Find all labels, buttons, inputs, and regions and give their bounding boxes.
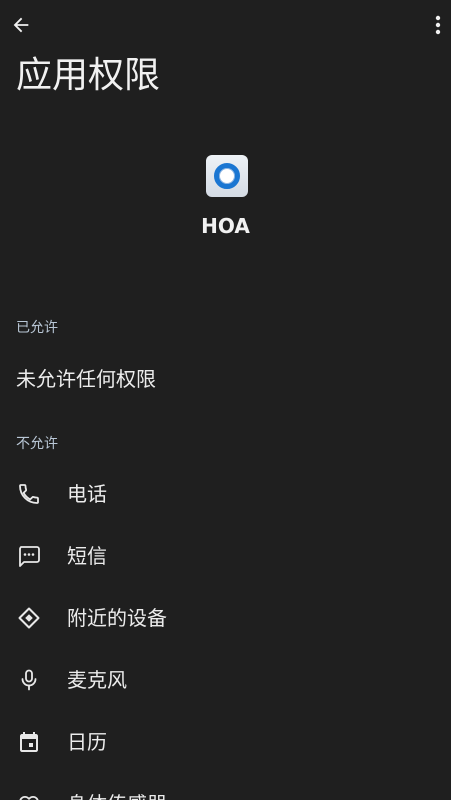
- permission-label: 麦克风: [67, 668, 127, 692]
- permission-item-phone[interactable]: 电话: [0, 463, 451, 525]
- permission-item-microphone[interactable]: 麦克风: [0, 649, 451, 711]
- page-title: 应用权限: [16, 55, 161, 96]
- permission-item-body-sensors[interactable]: 身体传感器: [0, 773, 451, 800]
- permission-item-calendar[interactable]: 日历: [0, 711, 451, 773]
- app-name: HOA: [201, 214, 250, 238]
- back-button[interactable]: [8, 12, 34, 38]
- phone-icon: [19, 484, 39, 504]
- calendar-icon: [20, 732, 38, 752]
- permission-label: 短信: [67, 544, 107, 568]
- denied-section-header: 不允许: [16, 436, 58, 452]
- allowed-section-header: 已允许: [16, 320, 58, 336]
- more-options-button[interactable]: [429, 12, 447, 38]
- more-vert-icon: [435, 15, 441, 35]
- app-permissions-screen: 应用权限 HOA 已允许 未允许任何权限 不允许 电话 短信 附近的设备 麦克风…: [0, 0, 451, 800]
- arrow-back-icon: [13, 17, 29, 33]
- sms-icon: [19, 546, 40, 567]
- permission-label: 日历: [67, 730, 107, 754]
- top-app-bar: [0, 0, 451, 52]
- nearby-devices-icon: [18, 607, 40, 629]
- permission-item-nearby-devices[interactable]: 附近的设备: [0, 587, 451, 649]
- permission-item-sms[interactable]: 短信: [0, 525, 451, 587]
- permission-label: 电话: [67, 482, 107, 506]
- heart-icon: [19, 795, 39, 800]
- no-permissions-allowed-text: 未允许任何权限: [16, 367, 156, 391]
- permission-label: 附近的设备: [67, 606, 167, 630]
- hoa-app-icon: [206, 155, 248, 197]
- microphone-icon: [21, 669, 37, 691]
- permission-label: 身体传感器: [67, 789, 167, 800]
